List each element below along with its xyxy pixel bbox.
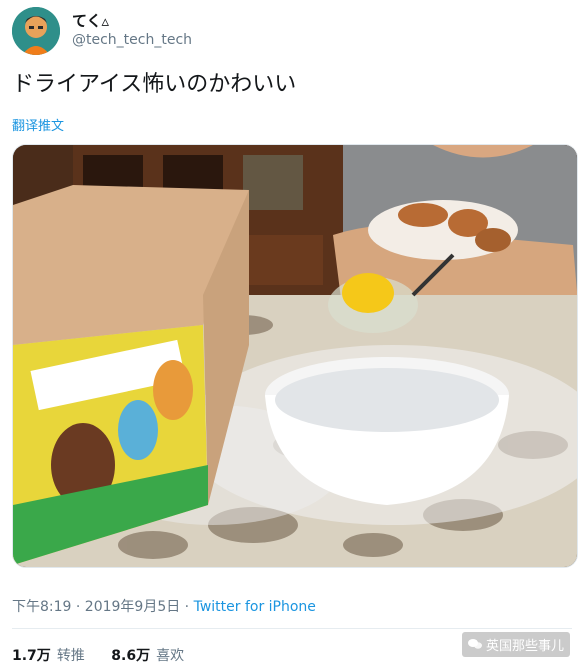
likes-count: 8.6万 [111,648,151,664]
divider [12,628,572,629]
retweets-stat[interactable]: 1.7万 转推 [12,645,85,665]
tweet-photo[interactable] [12,144,578,568]
photo-image [13,145,577,567]
retweets-label: 转推 [56,648,85,664]
translate-tweet-link[interactable]: 翻译推文 [12,115,64,134]
tweet-source-link[interactable]: Twitter for iPhone [194,599,316,615]
watermark: 英国那些事儿 [461,632,570,657]
display-name[interactable]: てく▵ [72,10,109,31]
likes-stat[interactable]: 8.6万 喜欢 [111,645,184,665]
avatar[interactable] [12,7,60,55]
tweet-timestamp[interactable]: 下午8:19 · 2019年9月5日 · [12,599,194,615]
wechat-icon [467,638,482,654]
avatar-image [12,7,60,55]
watermark-text: 英国那些事儿 [485,639,564,654]
tweet-meta: 下午8:19 · 2019年9月5日 · Twitter for iPhone [12,596,316,616]
tweet-text: ドライアイス怖いのかわいい [12,72,297,97]
likes-label: 喜欢 [156,648,185,664]
user-handle[interactable]: @tech_tech_tech [72,32,192,48]
retweets-count: 1.7万 [12,648,51,664]
tweet-stats: 1.7万 转推 8.6万 喜欢 [12,645,206,665]
